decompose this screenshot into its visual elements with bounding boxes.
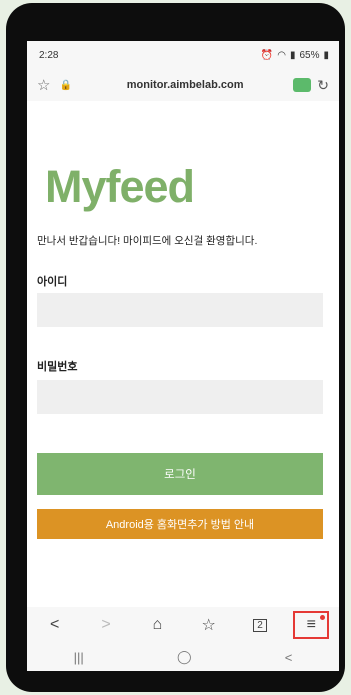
system-nav-bar: ||| ◯ < <box>27 643 339 671</box>
back-icon[interactable]: < <box>37 611 73 639</box>
status-icons: ⏰ ◠ ▮ 65% ▮ <box>261 50 329 61</box>
wifi-icon: ◠ <box>277 49 286 61</box>
myfeed-logo: Myfeed <box>45 161 195 212</box>
refresh-icon[interactable]: ↻ <box>317 77 329 94</box>
android-guide-button[interactable]: Android용 홈화면추가 방법 안내 <box>37 509 323 539</box>
page-content: Myfeed 만나서 반갑습니다! 마이피드에 오신걸 환영합니다. 아이디 비… <box>27 101 339 607</box>
alarm-icon: ⏰ <box>260 49 274 61</box>
bookmarks-icon[interactable]: ☆ <box>191 611 227 639</box>
extension-icon[interactable] <box>293 78 312 92</box>
recents-icon[interactable]: ||| <box>74 650 84 665</box>
forward-icon[interactable]: > <box>88 611 124 639</box>
system-back-icon[interactable]: < <box>285 650 293 665</box>
phone-frame: 2:28 ⏰ ◠ ▮ 65% ▮ ☆ 🔒 monitor.aimbelab.co… <box>6 3 345 692</box>
menu-icon[interactable]: ≡ <box>293 611 330 639</box>
id-input[interactable] <box>37 293 323 327</box>
battery-icon: ▮ <box>323 49 329 61</box>
status-time: 2:28 <box>39 49 59 61</box>
home-icon[interactable]: ⌂ <box>139 611 175 639</box>
battery-percent: 65% <box>299 49 320 61</box>
lock-icon[interactable]: 🔒 <box>55 80 77 91</box>
url-text[interactable]: monitor.aimbelab.com <box>77 79 293 91</box>
signal-icon: ▮ <box>289 49 296 61</box>
password-input[interactable] <box>37 380 323 414</box>
tabs-button[interactable]: 2 <box>242 611 278 639</box>
welcome-text: 만나서 반갑습니다! 마이피드에 오신걸 환영합니다. <box>37 235 258 247</box>
login-button[interactable]: 로그인 <box>37 453 323 495</box>
notification-dot <box>320 615 326 620</box>
status-bar: 2:28 ⏰ ◠ ▮ 65% ▮ <box>27 41 339 69</box>
screen: 2:28 ⏰ ◠ ▮ 65% ▮ ☆ 🔒 monitor.aimbelab.co… <box>27 41 339 671</box>
bookmark-star-icon[interactable]: ☆ <box>37 76 55 94</box>
browser-toolbar: < > ⌂ ☆ 2 ≡ <box>27 607 339 643</box>
password-label: 비밀번호 <box>37 361 78 373</box>
id-label: 아이디 <box>37 276 68 288</box>
home-circle-icon[interactable]: ◯ <box>177 649 192 665</box>
browser-url-bar[interactable]: ☆ 🔒 monitor.aimbelab.com ↻ <box>27 69 339 101</box>
tabs-count: 2 <box>253 618 267 632</box>
